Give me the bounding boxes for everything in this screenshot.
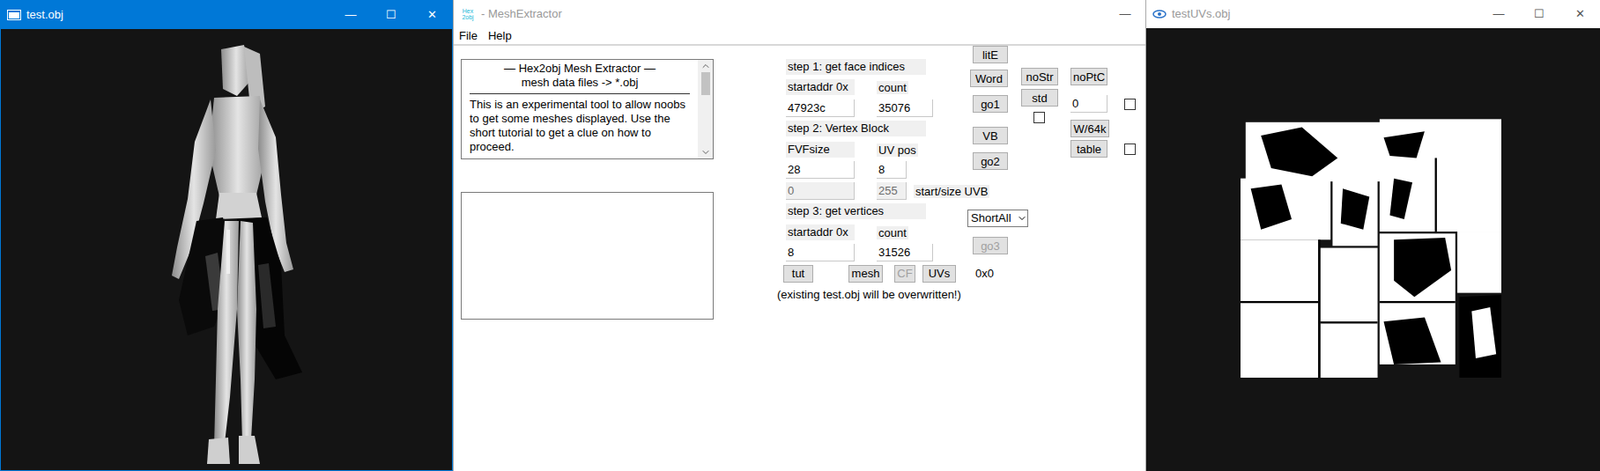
scroll-down-icon[interactable] bbox=[700, 146, 712, 159]
viewer-app-icon bbox=[1152, 8, 1167, 20]
extra-column: noPtC 0 W/64k table bbox=[1070, 45, 1141, 471]
vert-startaddr-label: startaddr 0x bbox=[785, 224, 855, 241]
info-box[interactable]: — Hex2obj Mesh Extractor —mesh data file… bbox=[460, 59, 714, 160]
format-dropdown[interactable]: ShortAll bbox=[967, 209, 1029, 228]
window-title: testUVs.obj bbox=[1171, 5, 1230, 23]
window-control-button[interactable]: ☐ bbox=[1518, 0, 1560, 29]
window-control-button[interactable]: — bbox=[330, 0, 371, 30]
lite-button[interactable]: litE bbox=[972, 45, 1008, 64]
face-count-field[interactable]: 35076 bbox=[876, 99, 934, 118]
desktop: test.obj—☐✕Hex2obj- MeshExtractor—FileHe… bbox=[0, 0, 1600, 471]
vert-startaddr-field[interactable]: 8 bbox=[785, 244, 855, 262]
buttons-column: litEWordgo1VBgo2ShortAllgo3 bbox=[967, 45, 1022, 471]
noptc-button[interactable]: noPtC bbox=[1070, 67, 1108, 86]
startaddr-label: startaddr 0x bbox=[785, 79, 855, 96]
count-label: count bbox=[876, 81, 909, 95]
uvb-start-field[interactable]: 0 bbox=[785, 182, 855, 200]
title-bar: test.obj —☐✕ bbox=[0, 0, 452, 30]
mesh-button[interactable]: mesh bbox=[848, 265, 883, 283]
info-heading: — Hex2obj Mesh Extractor — bbox=[469, 61, 690, 76]
menu-item[interactable]: Help bbox=[488, 27, 512, 45]
uv-map-icon bbox=[1240, 117, 1502, 378]
vert-count-field[interactable]: 31526 bbox=[876, 244, 934, 262]
window-control-button[interactable]: ✕ bbox=[1559, 0, 1600, 29]
uvs-button[interactable]: UVs bbox=[922, 265, 956, 283]
go3-button[interactable]: go3 bbox=[972, 237, 1008, 255]
app-logo: Hex2obj bbox=[459, 6, 476, 23]
word-button[interactable]: Word bbox=[970, 69, 1008, 88]
viewer-canvas[interactable] bbox=[0, 29, 452, 471]
fvfsize-field[interactable]: 28 bbox=[785, 161, 855, 179]
face-startaddr-field[interactable]: 47923c bbox=[785, 99, 855, 118]
scroll-thumb[interactable] bbox=[701, 72, 711, 96]
window-control-button[interactable]: — bbox=[1104, 0, 1146, 29]
console-icon bbox=[7, 9, 22, 21]
step2-label: step 2: Vertex Block bbox=[785, 120, 926, 137]
dropdown-arrow-icon bbox=[1016, 213, 1028, 224]
window-control-button[interactable]: ☐ bbox=[370, 0, 412, 30]
title-bar: Hex2obj - MeshExtractor — bbox=[453, 0, 1146, 29]
nostr-button[interactable]: noStr bbox=[1021, 67, 1059, 86]
w64k-button[interactable]: W/64k bbox=[1070, 119, 1110, 138]
vb-button[interactable]: VB bbox=[972, 126, 1008, 145]
window-title: test.obj bbox=[26, 6, 64, 24]
info-subheading: mesh data files -> *.obj bbox=[469, 75, 690, 95]
extractor-body: — Hex2obj Mesh Extractor —mesh data file… bbox=[453, 45, 1146, 471]
window-title: - MeshExtractor bbox=[481, 5, 563, 23]
uv-canvas[interactable] bbox=[1146, 28, 1600, 471]
menu-bar: File Help bbox=[453, 28, 1146, 46]
go1-button[interactable]: go1 bbox=[972, 95, 1008, 113]
options-column: noStr std bbox=[1021, 45, 1071, 471]
tut-button[interactable]: tut bbox=[783, 265, 814, 283]
scroll-up-icon[interactable] bbox=[700, 59, 712, 73]
window-control-button[interactable]: — bbox=[1478, 0, 1519, 29]
fvfsize-label: FVFsize bbox=[785, 141, 855, 158]
log-box[interactable] bbox=[460, 192, 714, 320]
menu-item[interactable]: File bbox=[459, 27, 478, 45]
window-control-button[interactable]: ✕ bbox=[411, 0, 452, 30]
vert-count-label: count bbox=[876, 226, 909, 240]
result-text: 0x0 bbox=[975, 265, 994, 283]
viewer-window: test.obj —☐✕ bbox=[0, 0, 453, 471]
title-bar: testUVs.obj —☐✕ bbox=[1146, 0, 1600, 29]
info-body: This is an experimental tool to allow no… bbox=[469, 94, 690, 155]
std-button[interactable]: std bbox=[1021, 88, 1059, 107]
extractor-window: Hex2obj - MeshExtractor — File Help — Hex2obj… bbox=[452, 0, 1146, 471]
steps-column: step 1: get face indices startaddr 0x coun… bbox=[785, 45, 968, 471]
scrollbar[interactable] bbox=[697, 59, 713, 159]
offset-field[interactable]: 0 bbox=[1070, 95, 1108, 113]
offset-checkbox[interactable] bbox=[1124, 98, 1136, 111]
model-render-icon bbox=[152, 44, 320, 467]
uvpos-field[interactable]: 8 bbox=[876, 161, 907, 179]
step1-label: step 1: get face indices bbox=[785, 59, 926, 75]
go2-button[interactable]: go2 bbox=[972, 152, 1008, 171]
table-button[interactable]: table bbox=[1070, 140, 1108, 158]
step3-label: step 3: get vertices bbox=[785, 203, 926, 220]
uvpos-label: UV pos bbox=[876, 143, 919, 157]
warning-text: (existing test.obj will be overwritten!) bbox=[777, 286, 962, 304]
uvb-label: start/size UVB bbox=[913, 185, 990, 199]
uv-window: testUVs.obj —☐✕ bbox=[1145, 0, 1600, 471]
text-column: — Hex2obj Mesh Extractor —mesh data file… bbox=[453, 45, 714, 471]
std-checkbox[interactable] bbox=[1033, 111, 1045, 124]
cf-button[interactable]: CF bbox=[894, 265, 916, 283]
uvb-size-field[interactable]: 255 bbox=[876, 182, 907, 200]
table-checkbox[interactable] bbox=[1124, 143, 1136, 156]
